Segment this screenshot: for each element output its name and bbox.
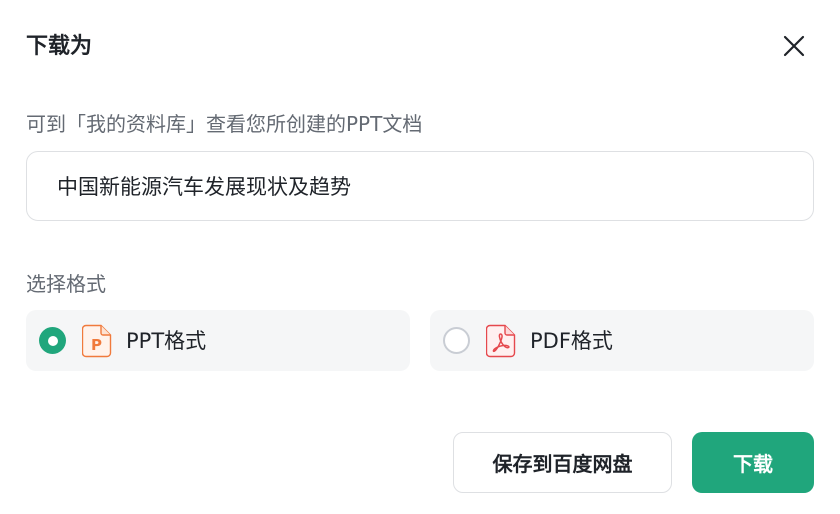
pdf-option-label: PDF格式: [530, 329, 613, 353]
pdf-file-icon: [486, 324, 516, 358]
download-dialog: 下载为 可到「我的资料库」查看您所创建的PPT文档 选择格式 P PPT格式 P…: [0, 0, 840, 514]
format-option-pdf[interactable]: PDF格式: [430, 310, 814, 371]
format-label: 选择格式: [26, 272, 106, 296]
dialog-title: 下载为: [26, 34, 93, 59]
save-to-netdisk-button[interactable]: 保存到百度网盘: [453, 432, 672, 493]
file-name-input[interactable]: [26, 151, 814, 221]
pdf-radio[interactable]: [443, 327, 470, 354]
close-icon: [783, 35, 805, 57]
download-button[interactable]: 下载: [692, 432, 814, 493]
svg-text:P: P: [91, 336, 102, 354]
ppt-radio[interactable]: [39, 327, 66, 354]
close-button[interactable]: [778, 30, 810, 62]
ppt-option-label: PPT格式: [126, 329, 207, 353]
ppt-file-icon: P: [82, 324, 112, 358]
format-option-ppt[interactable]: P PPT格式: [26, 310, 410, 371]
library-hint: 可到「我的资料库」查看您所创建的PPT文档: [26, 112, 423, 136]
